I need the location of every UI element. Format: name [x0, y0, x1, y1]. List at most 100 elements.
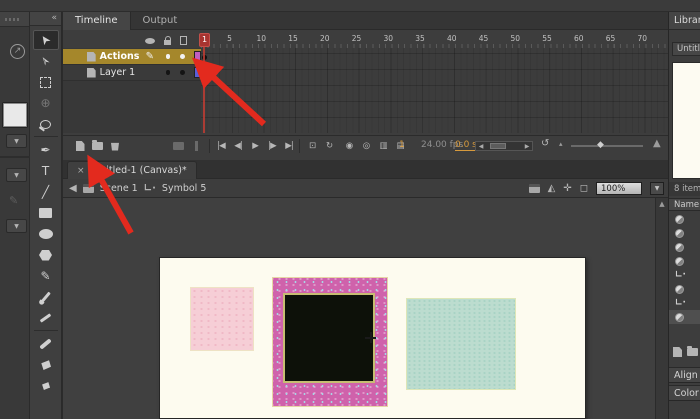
- step-forward-button[interactable]: |▶: [267, 141, 277, 151]
- scroll-right-icon[interactable]: ▶: [522, 143, 532, 150]
- new-folder-button[interactable]: [687, 348, 698, 356]
- ruler-frame-number-30[interactable]: 30: [379, 34, 397, 43]
- tab-library[interactable]: Library: [669, 12, 700, 30]
- play-button[interactable]: ▶: [250, 141, 260, 151]
- library-item-2[interactable]: [669, 226, 700, 240]
- canvas-pasteboard[interactable]: [62, 198, 655, 419]
- stage-shape-pink-square[interactable]: [190, 287, 254, 351]
- layer-outline-color-swatch[interactable]: [194, 51, 201, 62]
- pen-tool[interactable]: ✒: [33, 140, 59, 160]
- ruler-frame-number-10[interactable]: 10: [252, 34, 270, 43]
- go-to-last-frame-button[interactable]: ▶|: [284, 141, 294, 151]
- layer-visibility-dot[interactable]: [166, 70, 171, 75]
- canvas-vertical-scrollbar[interactable]: ▲: [655, 198, 668, 419]
- new-layer-button[interactable]: [75, 141, 85, 151]
- circle-arrow-icon[interactable]: ↗: [10, 44, 25, 59]
- tab-timeline[interactable]: Timeline: [63, 12, 131, 30]
- ruler-frame-number-25[interactable]: 25: [348, 34, 366, 43]
- library-item-6[interactable]: [669, 282, 700, 296]
- elapsed-time-value[interactable]: 0.0 s: [455, 140, 477, 151]
- show-layer-depth-button[interactable]: [191, 141, 201, 151]
- library-name-column-header[interactable]: Name: [669, 198, 700, 211]
- zoom-level-input[interactable]: 100%: [596, 182, 642, 195]
- playhead[interactable]: 1: [199, 33, 210, 47]
- paint-bucket-tool[interactable]: [33, 355, 59, 375]
- ruler-frame-number-5[interactable]: 5: [221, 34, 239, 43]
- new-folder-button[interactable]: [92, 142, 103, 150]
- add-camera-button[interactable]: [173, 142, 184, 150]
- library-item-4[interactable]: [669, 254, 700, 268]
- edit-symbols-icon[interactable]: ◭: [548, 183, 556, 194]
- free-transform-tool[interactable]: [33, 72, 59, 92]
- go-to-first-frame-button[interactable]: |◀: [216, 141, 226, 151]
- layer-row-actions[interactable]: Actions✎: [63, 49, 201, 65]
- dropdown-button[interactable]: ▼: [6, 168, 27, 182]
- zoom-dropdown-icon[interactable]: ▼: [650, 182, 664, 195]
- stage-shape-teal-square[interactable]: [406, 298, 516, 390]
- line-tool[interactable]: ╱: [33, 182, 59, 202]
- timeline-ruler[interactable]: [201, 33, 669, 48]
- ruler-frame-number-50[interactable]: 50: [506, 34, 524, 43]
- ruler-frame-number-15[interactable]: 15: [284, 34, 302, 43]
- breadcrumb-scene[interactable]: Scene 1: [100, 183, 138, 194]
- scroll-left-icon[interactable]: ◀: [476, 143, 486, 150]
- current-frame-value[interactable]: 1: [399, 140, 405, 150]
- stage[interactable]: [159, 257, 586, 419]
- slider-knob[interactable]: ◆: [597, 141, 604, 150]
- paint-brush-tool[interactable]: [33, 308, 59, 328]
- layer-outline-color-swatch[interactable]: [194, 67, 201, 78]
- timeline-zoom-slider[interactable]: ◆: [571, 145, 643, 147]
- selection-tool[interactable]: ➤: [33, 30, 59, 50]
- layer-row-layer-1[interactable]: Layer 1: [63, 65, 201, 81]
- onion-skin-button[interactable]: ◉: [344, 141, 354, 151]
- stage-shape-black-square[interactable]: [283, 293, 375, 383]
- ruler-frame-number-40[interactable]: 40: [443, 34, 461, 43]
- rectangle-tool[interactable]: [33, 203, 59, 223]
- tab-align[interactable]: Align: [669, 367, 700, 383]
- ruler-frame-number-35[interactable]: 35: [411, 34, 429, 43]
- pencil-tool[interactable]: ✎: [33, 266, 59, 286]
- bone-tool[interactable]: [33, 334, 59, 354]
- clip-to-stage-icon[interactable]: ◻: [580, 183, 588, 194]
- edit-scene-icon[interactable]: [529, 184, 540, 193]
- zoom-in-timeline-icon[interactable]: ▲: [653, 138, 661, 149]
- loop-playback-button[interactable]: ↻: [324, 141, 334, 151]
- library-item-3[interactable]: [669, 240, 700, 254]
- step-back-button[interactable]: ◀|: [233, 141, 243, 151]
- dropdown-button[interactable]: ▼: [6, 219, 27, 233]
- oval-tool[interactable]: [33, 224, 59, 244]
- color-swatch[interactable]: [2, 102, 28, 128]
- text-tool[interactable]: T: [33, 161, 59, 181]
- tab-color[interactable]: Color: [669, 385, 700, 401]
- new-symbol-button[interactable]: [673, 347, 682, 357]
- ruler-frame-number-45[interactable]: 45: [475, 34, 493, 43]
- ruler-frame-number-20[interactable]: 20: [316, 34, 334, 43]
- scrollbar-thumb[interactable]: [490, 143, 506, 149]
- scroll-up-icon[interactable]: ▲: [656, 200, 668, 208]
- outline-column-icon[interactable]: [180, 36, 187, 45]
- frames-grid[interactable]: [201, 48, 669, 133]
- library-item-8[interactable]: [669, 310, 700, 324]
- library-document-select[interactable]: Untitled-1: [672, 42, 700, 56]
- ink-bottle-tool[interactable]: [33, 376, 59, 396]
- reset-timeline-zoom-icon[interactable]: ↺: [541, 138, 549, 149]
- brush-tool[interactable]: [33, 287, 59, 307]
- tab-output[interactable]: Output: [131, 12, 190, 30]
- ruler-frame-number-70[interactable]: 70: [633, 34, 651, 43]
- zoom-out-timeline-icon[interactable]: ▴: [559, 140, 563, 148]
- center-frame-button[interactable]: ⊡: [307, 141, 317, 151]
- lasso-tool[interactable]: [33, 114, 59, 134]
- polystar-tool[interactable]: [33, 245, 59, 265]
- onion-skin-outlines-button[interactable]: ◎: [361, 141, 371, 151]
- delete-layer-button[interactable]: [110, 142, 120, 151]
- subselection-tool[interactable]: ➢: [33, 51, 59, 71]
- library-item-5[interactable]: ∟·: [669, 268, 700, 282]
- back-arrow-icon[interactable]: ◀: [69, 183, 77, 194]
- edit-multiple-frames-button[interactable]: ▥: [378, 141, 388, 151]
- layer-lock-dot[interactable]: [180, 70, 185, 75]
- 3d-rotation-tool[interactable]: ⊕: [33, 93, 59, 113]
- lock-column-icon[interactable]: [164, 40, 171, 45]
- dropdown-button[interactable]: ▼: [6, 134, 27, 148]
- collapse-panel-icon[interactable]: «: [30, 12, 61, 26]
- timeline-scrollbar[interactable]: ◀ ▶: [475, 141, 533, 151]
